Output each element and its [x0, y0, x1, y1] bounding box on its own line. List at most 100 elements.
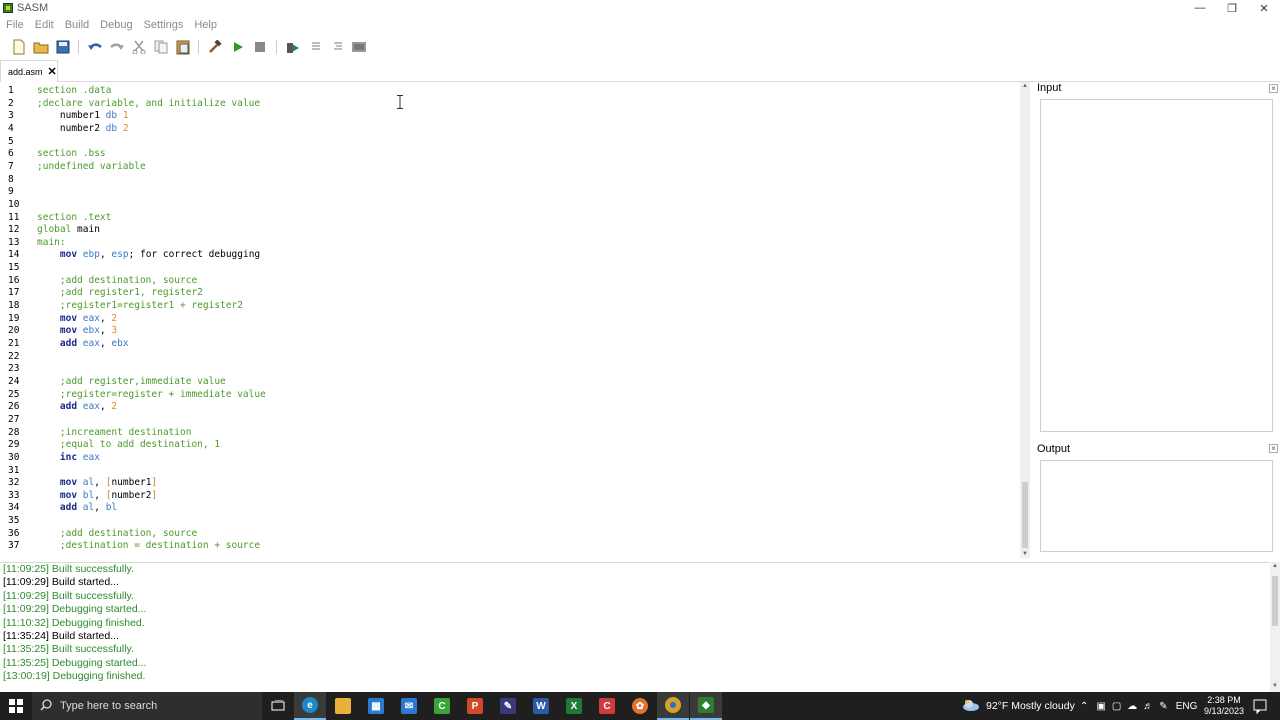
- run-icon[interactable]: [229, 38, 247, 56]
- code-line[interactable]: 5: [0, 135, 1020, 148]
- open-folder-icon[interactable]: [32, 38, 50, 56]
- redo-icon[interactable]: [108, 38, 126, 56]
- log-scrollbar[interactable]: ▲ ▼: [1270, 562, 1280, 692]
- debug-icon[interactable]: [284, 38, 302, 56]
- code-line[interactable]: 20 mov ebx, 3: [0, 324, 1020, 337]
- clock[interactable]: 2:38 PM 9/13/2023: [1198, 695, 1250, 717]
- tab-close-icon[interactable]: ✕: [48, 65, 57, 78]
- task-view-icon[interactable]: [262, 692, 294, 720]
- menu-help[interactable]: Help: [188, 19, 222, 31]
- cut-icon[interactable]: [130, 38, 148, 56]
- app-c-icon[interactable]: C: [591, 692, 623, 720]
- code-line[interactable]: 23: [0, 362, 1020, 375]
- paste-icon[interactable]: [174, 38, 192, 56]
- network-icon[interactable]: ▣: [1096, 701, 1105, 712]
- code-line[interactable]: 35: [0, 514, 1020, 527]
- code-line[interactable]: 29 ;equal to add destination, 1: [0, 438, 1020, 451]
- code-line[interactable]: 32 mov al, [number1]: [0, 476, 1020, 489]
- input-panel-close-icon[interactable]: ×: [1269, 84, 1278, 93]
- notification-icon[interactable]: [1252, 698, 1268, 715]
- new-file-icon[interactable]: [10, 38, 28, 56]
- code-line[interactable]: 33 mov bl, [number2]: [0, 489, 1020, 502]
- stop-debug-icon[interactable]: [350, 38, 368, 56]
- mail-icon[interactable]: ✉: [393, 692, 425, 720]
- code-line[interactable]: 15: [0, 261, 1020, 274]
- code-line[interactable]: 26 add eax, 2: [0, 400, 1020, 413]
- log-scroll-up-icon[interactable]: ▲: [1270, 562, 1280, 570]
- code-line[interactable]: 37 ;destination = destination + source: [0, 539, 1020, 552]
- code-line[interactable]: 14 mov ebp, esp; for correct debugging: [0, 248, 1020, 261]
- code-line[interactable]: 10: [0, 198, 1020, 211]
- word-icon[interactable]: W: [525, 692, 557, 720]
- code-line[interactable]: 24 ;add register,immediate value: [0, 375, 1020, 388]
- code-line[interactable]: 19 mov eax, 2: [0, 312, 1020, 325]
- onedrive-icon[interactable]: ☁: [1127, 701, 1137, 712]
- copy-icon[interactable]: [152, 38, 170, 56]
- code-line[interactable]: 16 ;add destination, source: [0, 274, 1020, 287]
- excel-icon[interactable]: X: [558, 692, 590, 720]
- code-line[interactable]: 28 ;increament destination: [0, 426, 1020, 439]
- code-line[interactable]: 25 ;register=register + immediate value: [0, 388, 1020, 401]
- editor-scrollbar[interactable]: ▲ ▼: [1020, 82, 1030, 558]
- code-line[interactable]: 27: [0, 413, 1020, 426]
- tab-add-asm[interactable]: add.asm ✕: [0, 60, 58, 82]
- codeblocks-icon[interactable]: C: [426, 692, 458, 720]
- menu-settings[interactable]: Settings: [138, 19, 189, 31]
- code-line[interactable]: 6 section .bss: [0, 147, 1020, 160]
- restore-button[interactable]: ❐: [1216, 0, 1248, 16]
- display-icon[interactable]: ▢: [1112, 701, 1121, 712]
- output-textarea[interactable]: [1040, 460, 1273, 552]
- code-line[interactable]: 7 ;undefined variable: [0, 160, 1020, 173]
- code-line[interactable]: 21 add eax, ebx: [0, 337, 1020, 350]
- sasm-taskbar-icon[interactable]: ◆: [690, 692, 722, 720]
- taskbar-search[interactable]: Type here to search: [32, 692, 262, 720]
- log-scroll-down-icon[interactable]: ▼: [1270, 682, 1280, 690]
- log-scroll-thumb[interactable]: [1272, 576, 1278, 626]
- menu-file[interactable]: File: [0, 19, 29, 31]
- menu-debug[interactable]: Debug: [94, 19, 137, 31]
- code-line[interactable]: 9: [0, 185, 1020, 198]
- chevron-up-icon[interactable]: ⌃: [1080, 701, 1088, 712]
- code-line[interactable]: 22: [0, 350, 1020, 363]
- code-line[interactable]: 31: [0, 464, 1020, 477]
- chrome-icon[interactable]: [657, 692, 689, 720]
- start-button[interactable]: [0, 692, 32, 720]
- weather-widget[interactable]: 92°F Mostly cloudy: [962, 692, 1075, 720]
- powerpoint-icon[interactable]: P: [459, 692, 491, 720]
- menu-build[interactable]: Build: [59, 19, 94, 31]
- undo-icon[interactable]: [86, 38, 104, 56]
- code-line[interactable]: 8: [0, 173, 1020, 186]
- code-line[interactable]: 3 number1 db 1: [0, 109, 1020, 122]
- build-hammer-icon[interactable]: [206, 38, 224, 56]
- code-line[interactable]: 13 main:: [0, 236, 1020, 249]
- firefox-icon[interactable]: ✿: [624, 692, 656, 720]
- pen-icon[interactable]: ✎: [1159, 701, 1167, 712]
- close-button[interactable]: ✕: [1248, 0, 1280, 16]
- minimize-button[interactable]: —: [1184, 0, 1216, 16]
- code-line[interactable]: 17 ;add register1, register2: [0, 286, 1020, 299]
- code-line[interactable]: 1 section .data: [0, 84, 1020, 97]
- menu-edit[interactable]: Edit: [29, 19, 59, 31]
- stop-icon[interactable]: [251, 38, 269, 56]
- code-line[interactable]: 18 ;register1=register1 + register2: [0, 299, 1020, 312]
- scroll-down-icon[interactable]: ▼: [1020, 550, 1030, 558]
- output-panel-close-icon[interactable]: ×: [1269, 444, 1278, 453]
- code-editor[interactable]: 1 section .data 2 ;declare variable, and in…: [0, 84, 1020, 556]
- file-explorer-icon[interactable]: [327, 692, 359, 720]
- save-icon[interactable]: [54, 38, 72, 56]
- code-line[interactable]: 2 ;declare variable, and initialize value: [0, 97, 1020, 110]
- code-line[interactable]: 34 add al, bl: [0, 501, 1020, 514]
- input-textarea[interactable]: [1040, 99, 1273, 432]
- volume-icon[interactable]: ♬: [1143, 701, 1153, 712]
- code-line[interactable]: 30 inc eax: [0, 451, 1020, 464]
- scroll-up-icon[interactable]: ▲: [1020, 82, 1030, 90]
- store-icon[interactable]: ▦: [360, 692, 392, 720]
- build-log[interactable]: [11:09:25] Built successfully. [11:09:29]…: [0, 562, 1270, 692]
- language-indicator[interactable]: ENG: [1176, 701, 1198, 712]
- code-line[interactable]: 36 ;add destination, source: [0, 527, 1020, 540]
- step-into-icon[interactable]: [329, 38, 347, 56]
- code-line[interactable]: 12 global main: [0, 223, 1020, 236]
- code-line[interactable]: 4 number2 db 2: [0, 122, 1020, 135]
- step-over-icon[interactable]: [307, 38, 325, 56]
- edge-app-icon[interactable]: e: [294, 692, 326, 720]
